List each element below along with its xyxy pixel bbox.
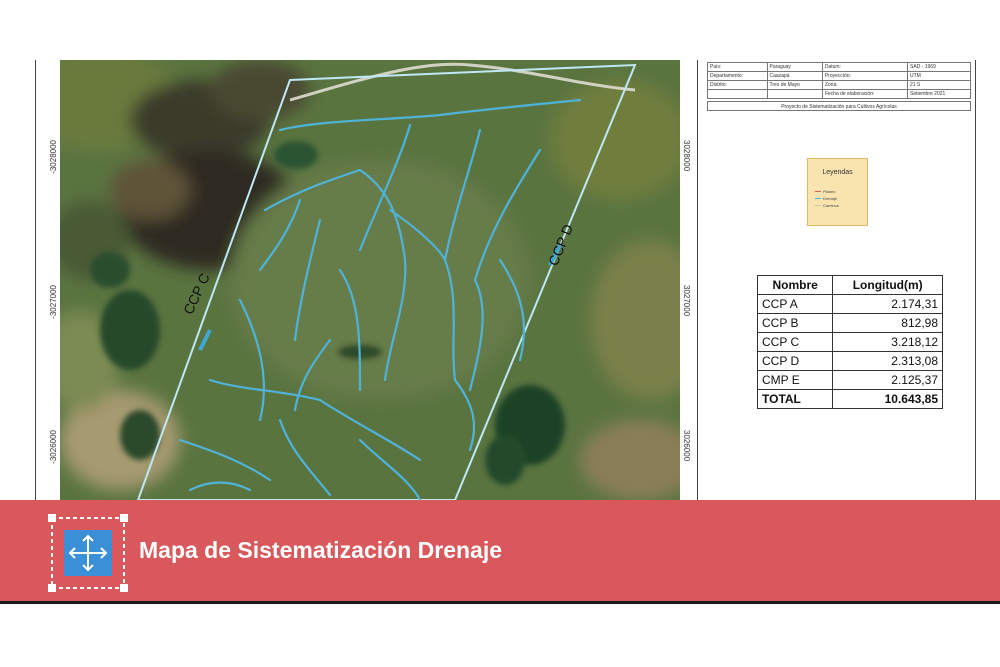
- info-cell: 21 S: [906, 80, 972, 90]
- info-cell: Setiembre 2021: [906, 89, 972, 99]
- legend-swatch: [815, 191, 821, 193]
- legend-label: Planeo: [823, 189, 836, 194]
- title-banner: Mapa de Sistematización Drenaje: [0, 500, 1000, 604]
- project-caption: Proyecto de Sistematización para Cultivo…: [707, 101, 971, 111]
- cell-length: 812,98: [832, 313, 943, 333]
- canal-lengths-table: Nombre Longitud(m) CCP A 2.174,31 CCP B …: [756, 275, 943, 409]
- legend-label: Caminos: [823, 203, 839, 208]
- legend-item: Drenaje: [815, 196, 837, 201]
- table-row: CMP E 2.125,37: [756, 370, 943, 390]
- sheet-border-right: [697, 60, 698, 500]
- info-cell: UTM: [906, 71, 972, 81]
- table-total-row: TOTAL 10.643,85: [756, 389, 943, 409]
- legend-swatch: [815, 205, 821, 207]
- legend-label: Drenaje: [823, 196, 838, 201]
- legend-item: Planeo: [815, 189, 835, 194]
- info-row: País: Paraguay Datum: SAD - 1969: [707, 62, 972, 72]
- cell-length: 2.125,37: [832, 370, 943, 390]
- cell-name: CCP D: [756, 351, 834, 371]
- info-cell: Proyección:: [821, 71, 908, 81]
- column-header-nombre: Nombre: [756, 275, 834, 295]
- table-row: CCP D 2.313,08: [756, 351, 943, 371]
- legend-swatch: [815, 198, 821, 200]
- legend-title: Leyendas: [822, 169, 853, 176]
- table-row: CCP A 2.174,31: [756, 294, 943, 314]
- info-cell: Caazapá: [766, 71, 823, 81]
- cell-length: 2.313,08: [832, 351, 943, 371]
- info-cell: Fecha de elaboración:: [821, 89, 908, 99]
- cell-name: CCP B: [756, 313, 834, 333]
- info-row: Fecha de elaboración: Setiembre 2021: [707, 89, 972, 99]
- info-cell: SAD - 1969: [906, 62, 972, 72]
- banner-title: Mapa de Sistematización Drenaje: [139, 537, 503, 563]
- info-cell: Tres de Mayo: [766, 80, 823, 90]
- info-cell: Datum:: [821, 62, 908, 72]
- info-cell: [707, 89, 768, 99]
- info-cell: [766, 89, 823, 99]
- coord-left-1: -3028000: [49, 140, 58, 174]
- cell-length: 3.218,12: [832, 332, 943, 352]
- resize-arrows-icon: [48, 514, 128, 597]
- coord-right-3: 3026000: [682, 430, 691, 462]
- cell-name: CCP A: [756, 294, 834, 314]
- coord-left-2: -3027000: [49, 285, 58, 319]
- coord-right-2: 3027000: [682, 285, 691, 317]
- info-cell: Zona:: [821, 80, 908, 90]
- info-row: Departamento: Caazapá Proyección: UTM: [707, 71, 972, 81]
- sheet-border-left: [35, 60, 36, 500]
- info-cell: Paraguay: [766, 62, 823, 72]
- table-header-row: Nombre Longitud(m): [756, 275, 943, 295]
- cell-name: CMP E: [756, 370, 834, 390]
- sheet-border-far-right: [975, 60, 976, 500]
- column-header-longitud: Longitud(m): [832, 275, 943, 295]
- cell-total-value: 10.643,85: [832, 389, 943, 409]
- table-row: CCP B 812,98: [756, 313, 943, 333]
- satellite-map[interactable]: [60, 60, 680, 500]
- info-cell: País:: [707, 62, 768, 72]
- coord-left-3: -3026000: [49, 430, 58, 464]
- legend-item: Caminos: [815, 203, 839, 208]
- map-legend: Leyendas Planeo Drenaje Caminos: [807, 158, 868, 226]
- info-cell: Departamento:: [707, 71, 768, 81]
- cell-total-label: TOTAL: [756, 389, 834, 409]
- cell-name: CCP C: [756, 332, 834, 352]
- coord-right-1: 3028000: [682, 140, 691, 172]
- info-cell: Distrito:: [707, 80, 768, 90]
- map-info-table: País: Paraguay Datum: SAD - 1969 Departa…: [707, 62, 972, 99]
- table-row: CCP C 3.218,12: [756, 332, 943, 352]
- info-row: Distrito: Tres de Mayo Zona: 21 S: [707, 80, 972, 90]
- cell-length: 2.174,31: [832, 294, 943, 314]
- map-canvas: [60, 60, 680, 500]
